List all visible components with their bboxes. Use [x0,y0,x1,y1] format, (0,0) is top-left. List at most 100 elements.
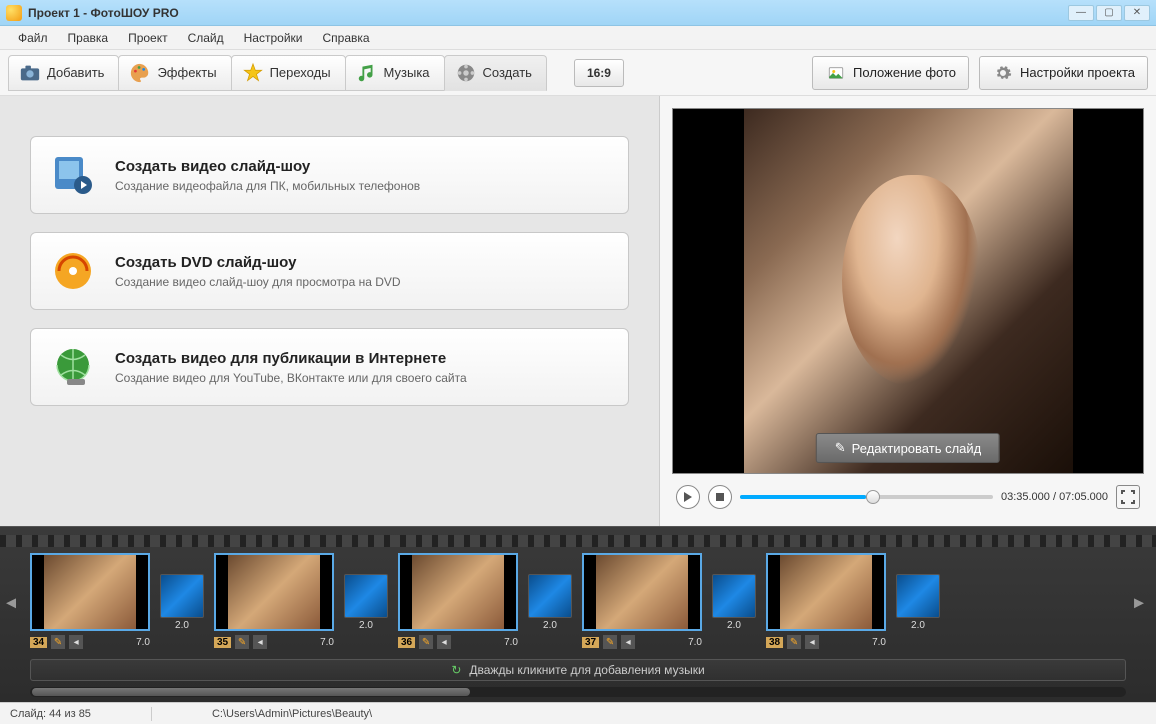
slide-number: 38 [766,637,783,648]
aspect-ratio-button[interactable]: 16:9 [574,59,624,87]
transition-item[interactable]: 2.0 [712,574,756,631]
slide-thumbnail[interactable] [582,553,702,631]
transition-item[interactable]: 2.0 [528,574,572,631]
close-button[interactable]: ✕ [1124,5,1150,21]
preview-viewport: ✎ Редактировать слайд [672,108,1144,474]
status-slide-position: Слайд: 44 из 85 [10,708,91,720]
slide-thumbnail[interactable] [398,553,518,631]
minimize-button[interactable]: — [1068,5,1094,21]
music-icon [356,62,378,84]
edit-slide-label: Редактировать слайд [852,441,982,456]
slide-number: 37 [582,637,599,648]
create-web-title: Создать видео для публикации в Интернете [115,350,467,367]
slide-thumbnail[interactable] [214,553,334,631]
menu-edit[interactable]: Правка [58,27,119,49]
transition-thumbnail[interactable] [712,574,756,618]
main-area: Создать видео слайд-шоу Создание видеофа… [0,96,1156,526]
gear-film-icon [455,62,477,84]
pencil-icon[interactable]: ✎ [235,635,249,649]
dvd-icon [49,247,97,295]
create-dvd-title: Создать DVD слайд-шоу [115,254,401,271]
sound-icon[interactable]: ◂ [437,635,451,649]
transition-thumbnail[interactable] [160,574,204,618]
image-icon [825,62,847,84]
slide-duration: 7.0 [320,637,334,648]
pencil-icon[interactable]: ✎ [603,635,617,649]
transition-duration: 2.0 [712,620,756,631]
project-settings-button[interactable]: Настройки проекта [979,56,1148,90]
edit-slide-button[interactable]: ✎ Редактировать слайд [816,433,1000,463]
fullscreen-button[interactable] [1116,485,1140,509]
menu-slide[interactable]: Слайд [178,27,234,49]
gear-icon [992,62,1014,84]
slide-thumbnail[interactable] [30,553,150,631]
pencil-icon[interactable]: ✎ [419,635,433,649]
create-web-desc: Создание видео для YouTube, ВКонтакте ил… [115,371,467,385]
playback-controls: 03:35.000 / 07:05.000 [672,474,1144,514]
slide-duration: 7.0 [136,637,150,648]
transition-item[interactable]: 2.0 [896,574,940,631]
create-video-card[interactable]: Создать видео слайд-шоу Создание видеофа… [30,136,629,214]
sound-icon[interactable]: ◂ [253,635,267,649]
timeline-slide[interactable]: 36 ✎ ◂ 7.0 [398,553,518,651]
timeline-strip: ◂ 34 ✎ ◂ 7.0 2.0 35 ✎ ◂ 7.0 2.0 36 ✎ ◂ 7… [0,547,1156,657]
tab-music[interactable]: Музыка [345,55,445,91]
tab-create-label: Создать [483,65,532,80]
tab-create[interactable]: Создать [444,55,547,91]
timeline-slide[interactable]: 37 ✎ ◂ 7.0 [582,553,702,651]
timeline-slide[interactable]: 38 ✎ ◂ 7.0 [766,553,886,651]
timeline-scroll-right[interactable]: ▸ [1134,590,1150,615]
tab-add[interactable]: Добавить [8,55,119,91]
maximize-button[interactable]: ▢ [1096,5,1122,21]
slide-number: 36 [398,637,415,648]
tab-music-label: Музыка [384,65,430,80]
timeline-scroll-left[interactable]: ◂ [6,590,22,615]
transition-item[interactable]: 2.0 [160,574,204,631]
film-perforation-top [0,535,1156,547]
timeline-slide[interactable]: 34 ✎ ◂ 7.0 [30,553,150,651]
sound-icon[interactable]: ◂ [805,635,819,649]
tab-effects[interactable]: Эффекты [118,55,231,91]
create-web-card[interactable]: Создать видео для публикации в Интернете… [30,328,629,406]
timeline-scroll-thumb[interactable] [32,688,470,696]
pencil-icon[interactable]: ✎ [51,635,65,649]
globe-icon [49,343,97,391]
playback-track[interactable] [740,495,993,499]
toolbar: Добавить Эффекты Переходы Музыка Создать… [0,50,1156,96]
slide-thumbnail[interactable] [766,553,886,631]
music-track[interactable]: ↻ Дважды кликните для добавления музыки [30,659,1126,681]
pencil-icon: ✎ [835,440,846,456]
transition-thumbnail[interactable] [528,574,572,618]
playback-progress [740,495,866,499]
transition-item[interactable]: 2.0 [344,574,388,631]
tab-transitions-label: Переходы [270,65,331,80]
music-hint: Дважды кликните для добавления музыки [469,663,704,677]
tab-transitions[interactable]: Переходы [231,55,346,91]
transition-thumbnail[interactable] [344,574,388,618]
play-button[interactable] [676,485,700,509]
menu-project[interactable]: Проект [118,27,178,49]
menu-file[interactable]: Файл [8,27,58,49]
status-path: C:\Users\Admin\Pictures\Beauty\ [212,708,372,720]
stop-button[interactable] [708,485,732,509]
timeline-scrollbar[interactable] [30,687,1126,697]
create-video-title: Создать видео слайд-шоу [115,158,420,175]
palette-icon [129,62,151,84]
timeline-slide[interactable]: 35 ✎ ◂ 7.0 [214,553,334,651]
preview-panel: ✎ Редактировать слайд 03:35.000 / 07:05.… [660,96,1156,526]
menubar: Файл Правка Проект Слайд Настройки Справ… [0,26,1156,50]
create-panel: Создать видео слайд-шоу Создание видеофа… [0,96,660,526]
menu-settings[interactable]: Настройки [234,27,313,49]
sound-icon[interactable]: ◂ [621,635,635,649]
create-video-desc: Создание видеофайла для ПК, мобильных те… [115,179,420,193]
playback-thumb[interactable] [866,490,880,504]
tab-add-label: Добавить [47,65,104,80]
transition-thumbnail[interactable] [896,574,940,618]
pencil-icon[interactable]: ✎ [787,635,801,649]
sound-icon[interactable]: ◂ [69,635,83,649]
create-dvd-card[interactable]: Создать DVD слайд-шоу Создание видео сла… [30,232,629,310]
menu-help[interactable]: Справка [312,27,379,49]
playback-time: 03:35.000 / 07:05.000 [1001,491,1108,503]
slide-duration: 7.0 [872,637,886,648]
photo-position-button[interactable]: Положение фото [812,56,969,90]
